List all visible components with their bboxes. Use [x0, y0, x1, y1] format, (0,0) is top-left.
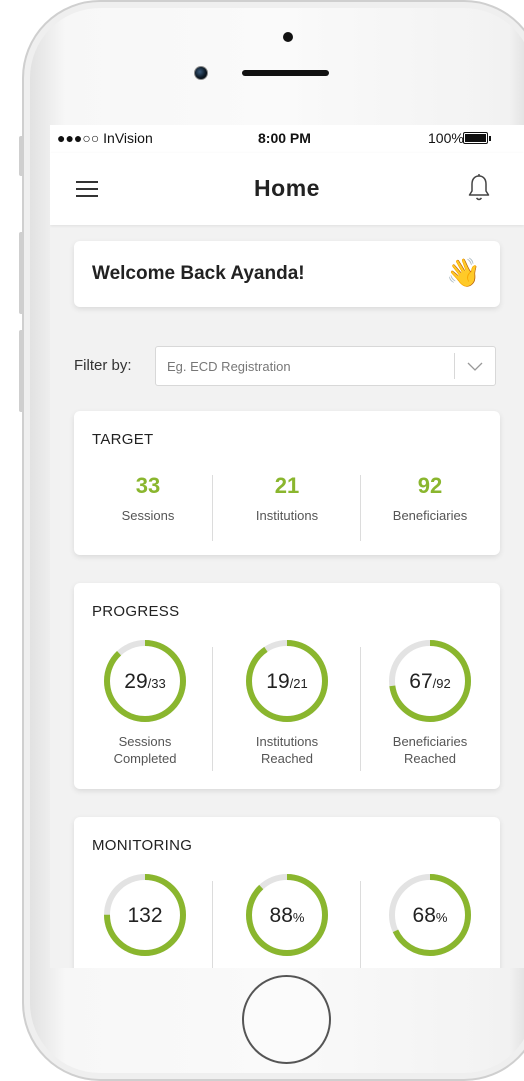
target-sessions-label: Sessions: [121, 508, 175, 523]
svg-text:132: 132: [127, 904, 162, 927]
svg-text:67/92: 67/92: [409, 670, 450, 693]
front-camera: [194, 66, 208, 80]
monitoring-ring: 88%: [246, 874, 328, 956]
filter-placeholder: Eg. ECD Registration: [167, 359, 291, 374]
battery-tip: [489, 136, 491, 141]
main-content: Welcome Back Ayanda! 👋 Filter by: Eg. EC…: [50, 225, 524, 968]
target-sessions: 33 Sessions: [78, 473, 218, 523]
welcome-card: Welcome Back Ayanda! 👋: [74, 241, 500, 307]
ring-value: 19: [266, 670, 289, 693]
ring-value: 67: [409, 670, 432, 693]
progress-ring: 19/21: [246, 640, 328, 722]
svg-text:29/33: 29/33: [124, 670, 165, 693]
status-bar: ●●●○○ InVision 8:00 PM 100%: [50, 125, 524, 153]
battery-percent: 100%: [428, 130, 464, 146]
progress-institutions: 19/21 Institutions Reached: [217, 639, 357, 767]
dropdown-divider: [454, 353, 455, 379]
proximity-sensor: [283, 32, 293, 42]
home-button[interactable]: [242, 975, 331, 1064]
progress-beneficiaries: 67/92 Beneficiaries Reached: [360, 639, 500, 767]
ring-label-line: Beneficiaries: [392, 734, 468, 749]
ring-value: 88: [270, 904, 293, 927]
monitoring-ring: 68%: [389, 874, 471, 956]
monitoring-item: 132: [75, 873, 215, 957]
ring-label: Sessions Completed: [75, 733, 215, 767]
progress-sessions: 29/33 Sessions Completed: [75, 639, 215, 767]
ring-label-line: Institutions: [255, 734, 319, 749]
monitoring-ring: 132: [104, 874, 186, 956]
earpiece-speaker: [242, 70, 329, 76]
ring-suffix: %: [436, 910, 448, 925]
monitoring-item: 88%: [217, 873, 357, 957]
progress-ring: 67/92: [389, 640, 471, 722]
page-title: Home: [254, 175, 320, 201]
ring-label-line: Sessions: [118, 734, 172, 749]
app-screen: ●●●○○ InVision 8:00 PM 100% Home Welcome…: [50, 125, 524, 968]
svg-text:88%: 88%: [270, 904, 305, 927]
ring-value: 132: [127, 904, 162, 927]
ring-label-line: Reached: [260, 751, 314, 766]
filter-dropdown[interactable]: Eg. ECD Registration: [155, 346, 496, 386]
ring-suffix: /92: [433, 676, 451, 691]
waving-hand-icon: 👋: [446, 257, 481, 288]
filter-row: Filter by: Eg. ECD Registration: [74, 343, 500, 389]
ring-label: Institutions Reached: [217, 733, 357, 767]
ring-value: 29: [124, 670, 147, 693]
target-institutions-value: 21: [274, 473, 300, 498]
ring-suffix: %: [293, 910, 305, 925]
svg-text:68%: 68%: [413, 904, 448, 927]
progress-ring: 29/33: [104, 640, 186, 722]
target-institutions: 21 Institutions: [217, 473, 357, 523]
target-institutions-label: Institutions: [255, 508, 319, 523]
battery-icon: [463, 132, 488, 144]
target-card: TARGET 33 Sessions 21 Institutions 92 Be…: [74, 411, 500, 555]
carrier-label: ●●●○○ InVision: [57, 130, 153, 146]
monitoring-card: MONITORING 132 88% 68%: [74, 817, 500, 968]
target-beneficiaries: 92 Beneficiaries: [360, 473, 500, 523]
progress-title: PROGRESS: [92, 603, 180, 620]
ring-suffix: /21: [290, 676, 308, 691]
welcome-message: Welcome Back Ayanda!: [92, 263, 305, 284]
svg-text:19/21: 19/21: [266, 670, 307, 693]
column-divider: [212, 881, 213, 968]
monitoring-item: 68%: [360, 873, 500, 957]
ring-label-line: Completed: [113, 751, 177, 766]
ring-value: 68: [413, 904, 436, 927]
ring-label-line: Reached: [403, 751, 457, 766]
filter-label: Filter by:: [74, 357, 132, 374]
column-divider: [212, 475, 213, 541]
monitoring-title: MONITORING: [92, 837, 193, 854]
column-divider: [212, 647, 213, 771]
ring-suffix: /33: [148, 676, 166, 691]
ring-label: Beneficiaries Reached: [360, 733, 500, 767]
clock: 8:00 PM: [258, 130, 311, 146]
target-beneficiaries-label: Beneficiaries: [392, 508, 468, 523]
target-beneficiaries-value: 92: [417, 473, 443, 498]
navigation-bar: Home: [50, 153, 524, 225]
target-sessions-value: 33: [135, 473, 161, 498]
notification-bell-icon[interactable]: [467, 173, 491, 203]
chevron-down-icon[interactable]: [467, 360, 483, 372]
progress-card: PROGRESS 29/33 Sessions Completed 19/21 …: [74, 583, 500, 789]
target-title: TARGET: [92, 431, 154, 448]
